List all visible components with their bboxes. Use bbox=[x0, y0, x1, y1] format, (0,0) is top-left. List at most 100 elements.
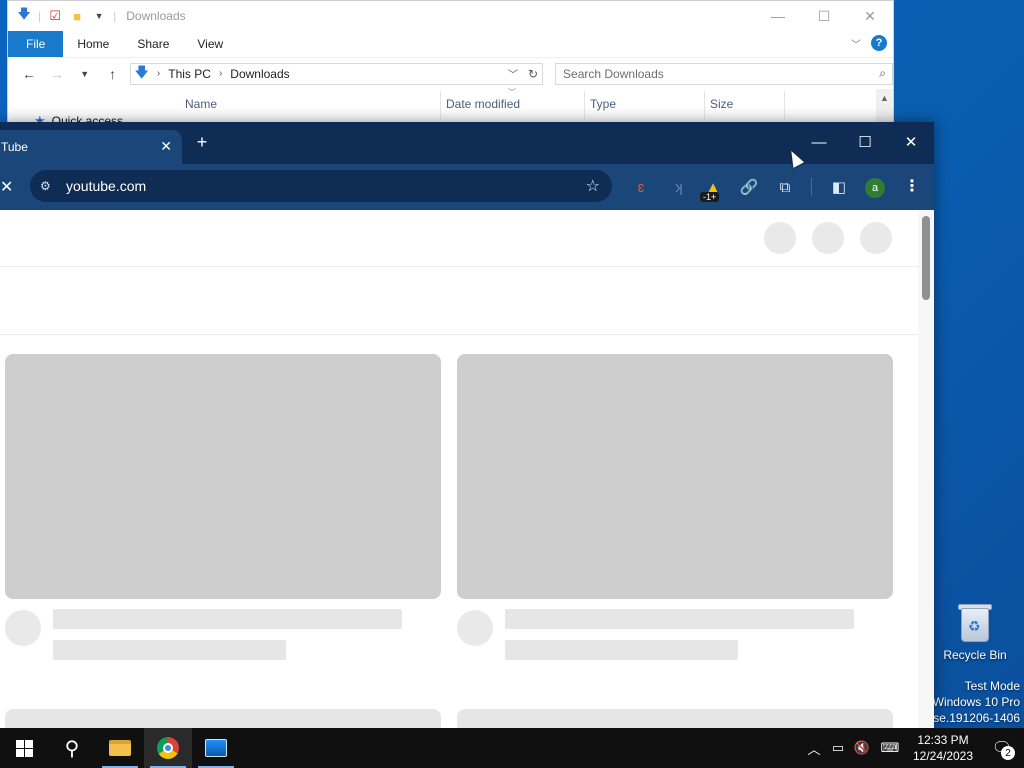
explorer-close-button[interactable]: ✕ bbox=[847, 1, 893, 31]
explorer-navigation-bar: ← → ▼ ↑ 🡇 › This PC › Downloads ﹀ ↻ Sear… bbox=[8, 57, 893, 89]
taskbar-app[interactable] bbox=[192, 728, 240, 768]
taskbar-file-explorer[interactable] bbox=[96, 728, 144, 768]
chrome-menu-icon[interactable]: ⋮ bbox=[904, 176, 920, 196]
chrome-window-controls: — ☐ ✕ bbox=[796, 122, 934, 162]
watermark-line-3: ase.191206-1406 bbox=[926, 711, 1020, 725]
bookmark-star-icon[interactable]: ☆ bbox=[586, 176, 600, 196]
scroll-up-arrow-icon[interactable]: ▲ bbox=[880, 93, 889, 103]
column-divider[interactable] bbox=[584, 91, 585, 119]
header-placeholder-circle bbox=[764, 222, 796, 254]
breadcrumb-separator-icon: › bbox=[218, 68, 223, 79]
ribbon-tab-home[interactable]: Home bbox=[63, 31, 123, 57]
help-icon[interactable]: ? bbox=[871, 35, 887, 51]
watermark-line-1: Test Mode bbox=[964, 679, 1020, 693]
address-dropdown-chevron-icon[interactable]: ﹀ bbox=[508, 66, 518, 81]
explorer-minimize-button[interactable]: — bbox=[755, 1, 801, 31]
taskbar-chrome[interactable] bbox=[144, 728, 192, 768]
video-thumbnail-skeleton bbox=[5, 354, 441, 599]
clock-time: 12:33 PM bbox=[917, 733, 969, 747]
column-date-modified[interactable]: Date modified bbox=[446, 97, 520, 111]
column-divider[interactable] bbox=[440, 91, 441, 119]
page-scrollbar[interactable] bbox=[918, 210, 934, 728]
extension-e-icon[interactable]: ɛ bbox=[632, 176, 650, 198]
ribbon-tab-file[interactable]: File bbox=[8, 31, 64, 57]
title-line-skeleton bbox=[53, 609, 402, 629]
breadcrumb-downloads[interactable]: Downloads bbox=[230, 67, 289, 81]
search-icon: ⚲ bbox=[64, 737, 80, 760]
breadcrumb-this-pc[interactable]: This PC bbox=[168, 67, 211, 81]
omnibox[interactable]: ⚙ youtube.com ☆ bbox=[30, 170, 612, 202]
ribbon-tab-view[interactable]: View bbox=[183, 31, 237, 57]
recent-locations-chevron-icon[interactable]: ▼ bbox=[74, 63, 96, 85]
expand-ribbon-chevron-icon[interactable]: ﹀ bbox=[851, 36, 861, 51]
search-placeholder: Search Downloads bbox=[563, 66, 664, 81]
meta-line-skeleton bbox=[505, 640, 738, 660]
side-panel-icon[interactable]: ◧ bbox=[830, 176, 848, 198]
search-downloads-input[interactable]: Search Downloads ⌕ bbox=[555, 62, 893, 85]
forward-arrow-icon[interactable]: → bbox=[46, 63, 68, 85]
customize-toolbar-chevron-icon[interactable]: ▼ bbox=[91, 8, 107, 24]
downloads-location-icon: 🡇 bbox=[134, 63, 149, 80]
folder-icon bbox=[109, 740, 131, 756]
column-divider[interactable] bbox=[704, 91, 705, 119]
page-viewport bbox=[0, 210, 934, 728]
start-button[interactable] bbox=[0, 728, 48, 768]
video-thumbnail-skeleton bbox=[457, 354, 893, 599]
video-thumbnail-skeleton bbox=[5, 709, 441, 728]
show-hidden-icons-chevron-icon[interactable]: ︿ bbox=[802, 739, 826, 758]
extension-link-icon[interactable]: 🔗 bbox=[740, 176, 759, 198]
chrome-minimize-button[interactable]: — bbox=[796, 122, 842, 162]
column-size[interactable]: Size bbox=[710, 97, 733, 111]
extension-k-icon[interactable]: ʞ bbox=[670, 176, 688, 198]
action-center-button[interactable]: 🗨 2 bbox=[980, 728, 1024, 768]
site-info-icon[interactable]: ⚙ bbox=[40, 179, 58, 193]
tab-youtube[interactable]: Tube ✕ bbox=[0, 130, 182, 164]
clock[interactable]: 12:33 PM 12/24/2023 bbox=[906, 732, 980, 764]
tab-title: Tube bbox=[1, 140, 28, 154]
stop-loading-button[interactable]: ✕ bbox=[0, 177, 18, 197]
file-explorer-window[interactable]: 🡇 | ☑ ■ ▼ | Downloads — ☐ ✕ File Home Sh… bbox=[7, 0, 894, 128]
explorer-window-controls: — ☐ ✕ bbox=[755, 1, 893, 31]
column-divider[interactable] bbox=[784, 91, 785, 119]
explorer-ribbon: File Home Share View ﹀ ? bbox=[8, 31, 893, 57]
search-button[interactable]: ⚲ bbox=[48, 728, 96, 768]
channel-avatar-skeleton bbox=[457, 610, 493, 646]
recycle-bin-shortcut[interactable]: ♻ Recycle Bin bbox=[940, 602, 1010, 662]
chrome-close-button[interactable]: ✕ bbox=[888, 122, 934, 162]
recycle-bin-icon: ♻ bbox=[956, 602, 994, 644]
search-icon[interactable]: ⌕ bbox=[879, 66, 886, 81]
chrome-icon bbox=[157, 737, 179, 759]
windows-logo-icon bbox=[15, 739, 33, 757]
explorer-window-title: Downloads bbox=[126, 9, 186, 23]
channel-avatar-skeleton bbox=[5, 610, 41, 646]
explorer-title-bar[interactable]: 🡇 | ☑ ■ ▼ | Downloads — ☐ ✕ bbox=[8, 1, 893, 31]
column-type[interactable]: Type bbox=[590, 97, 616, 111]
volume-muted-icon[interactable]: 🔇 bbox=[850, 740, 874, 756]
properties-icon[interactable]: ☑ bbox=[47, 8, 63, 24]
watermark-line-2: Windows 10 Pro bbox=[932, 695, 1020, 709]
test-mode-watermark: Test Mode Windows 10 Pro ase.191206-1406 bbox=[927, 678, 1020, 726]
up-arrow-icon[interactable]: ↑ bbox=[102, 63, 124, 85]
new-folder-icon[interactable]: ■ bbox=[69, 8, 85, 24]
keyboard-icon[interactable]: ⌨ bbox=[874, 740, 906, 756]
back-arrow-icon[interactable]: ← bbox=[18, 63, 40, 85]
extensions-puzzle-icon[interactable]: ⧉ bbox=[776, 176, 794, 198]
explorer-maximize-button[interactable]: ☐ bbox=[801, 1, 847, 31]
downloads-arrow-icon: 🡇 bbox=[17, 6, 31, 21]
scrollbar-thumb[interactable] bbox=[922, 216, 930, 300]
network-icon[interactable]: ▭ bbox=[826, 740, 850, 756]
refresh-icon[interactable]: ↻ bbox=[528, 67, 538, 81]
column-name[interactable]: Name bbox=[185, 97, 217, 111]
chrome-maximize-button[interactable]: ☐ bbox=[842, 122, 888, 162]
header-placeholder-circle bbox=[860, 222, 892, 254]
ribbon-tab-share[interactable]: Share bbox=[123, 31, 183, 57]
omnibox-url: youtube.com bbox=[66, 178, 147, 194]
toolbar-divider bbox=[811, 178, 812, 196]
address-bar[interactable]: 🡇 › This PC › Downloads ﹀ ↻ bbox=[129, 62, 544, 85]
tab-close-icon[interactable]: ✕ bbox=[160, 138, 172, 155]
taskbar: ⚲ ︿ ▭ 🔇 ⌨ 12:33 PM 12/24/2023 🗨 2 bbox=[0, 728, 1024, 768]
header-placeholder-circle bbox=[812, 222, 844, 254]
new-tab-button[interactable]: + bbox=[192, 132, 212, 153]
chrome-window[interactable]: Tube ✕ + — ☐ ✕ ✕ ⚙ youtube.com ☆ ɛ ʞ ▲ -… bbox=[0, 122, 934, 728]
profile-avatar[interactable]: a bbox=[865, 178, 885, 198]
